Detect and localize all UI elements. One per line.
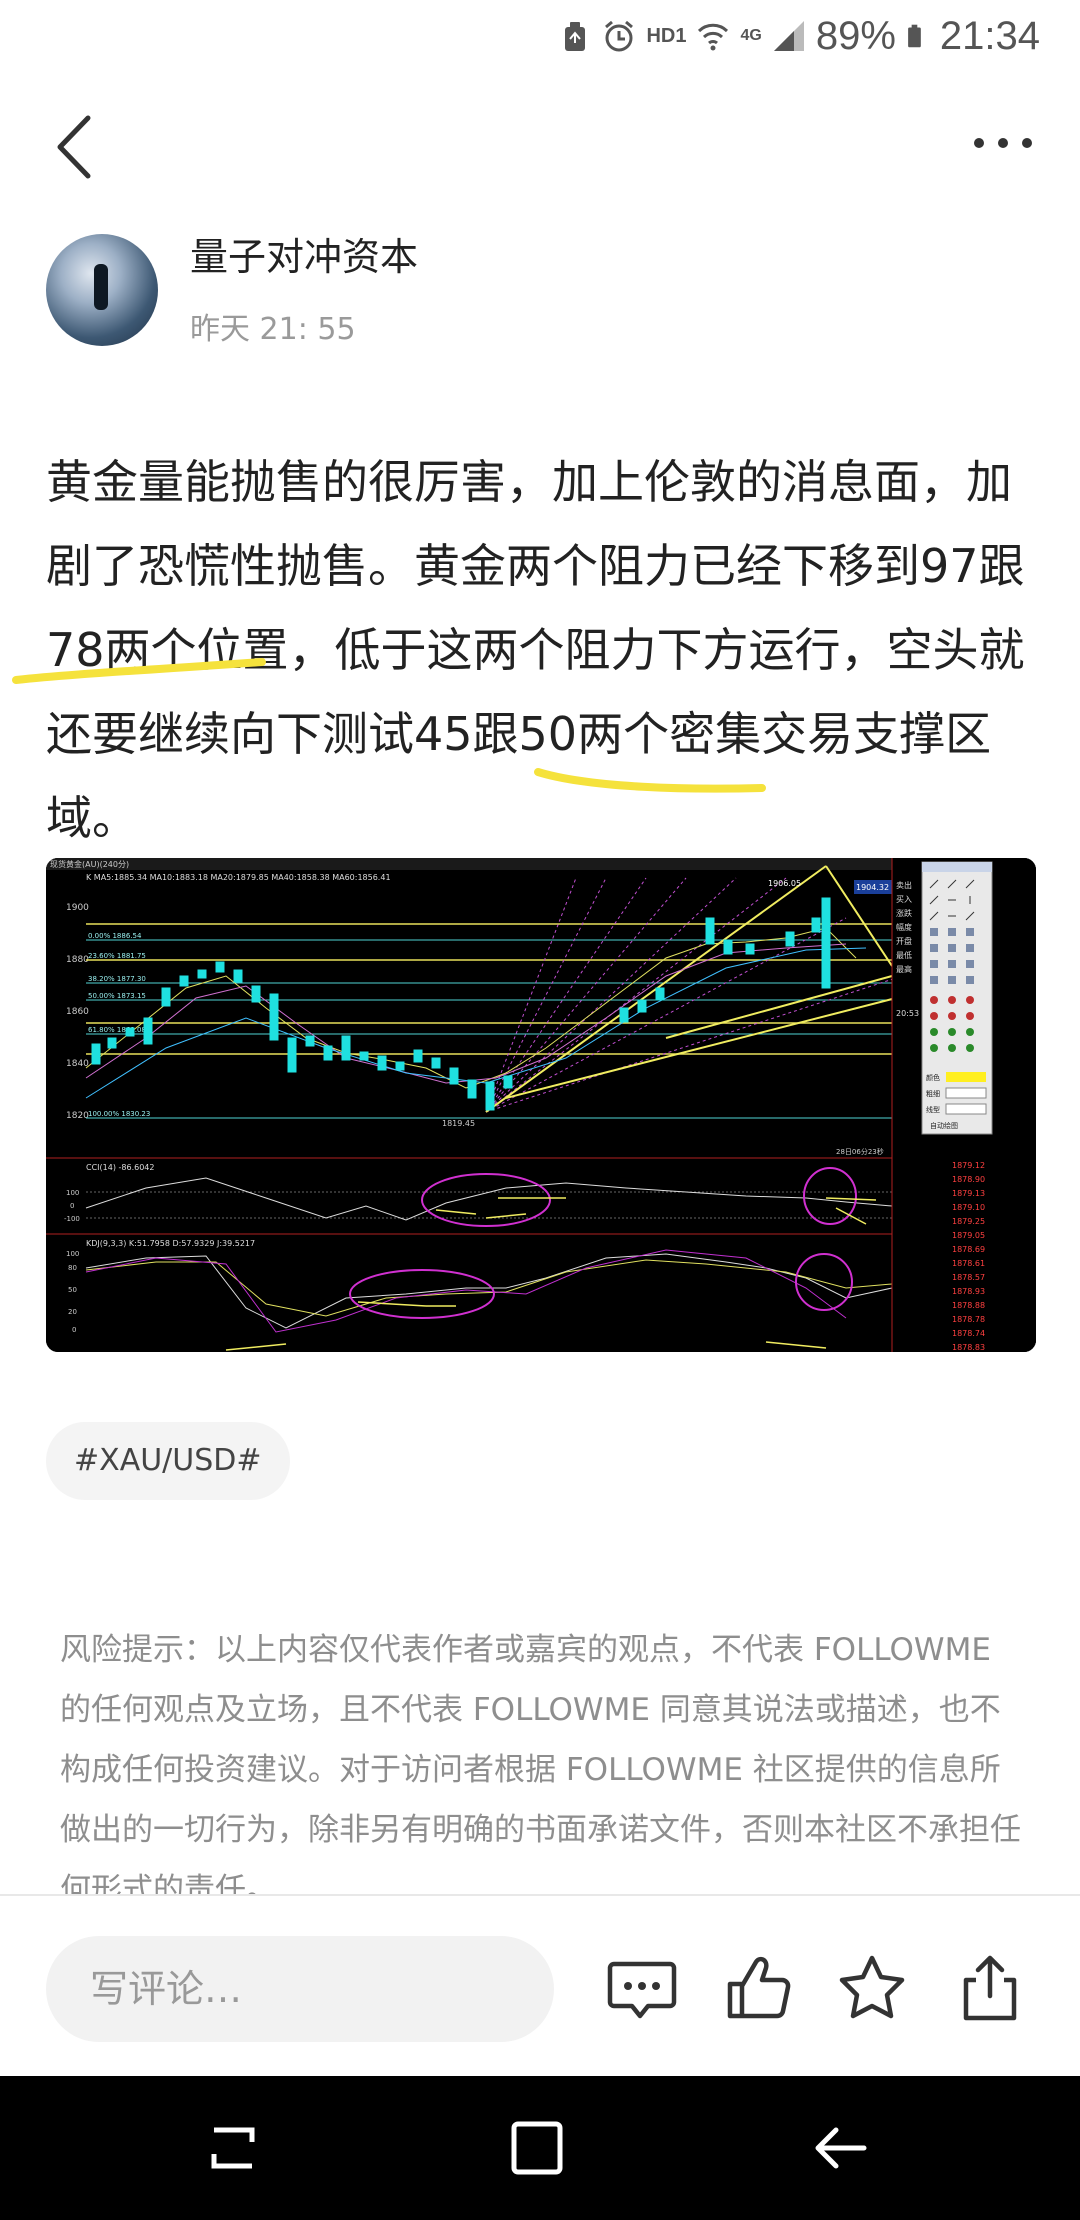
price-label: 1900 <box>66 903 89 913</box>
tick-price: 1878.83 <box>952 1343 985 1352</box>
author-name[interactable]: 量子对冲资本 <box>190 226 418 281</box>
kdj-tick: 100 <box>66 1250 79 1258</box>
palette-type-label: 线型 <box>926 1105 940 1114</box>
tick-price: 1878.90 <box>952 1175 985 1184</box>
signal-type-label: 4G <box>740 27 762 44</box>
battery-icon <box>908 24 921 48</box>
comment-bar <box>0 1894 1080 2078</box>
tick-price: 1879.25 <box>952 1217 985 1226</box>
tick-price: 1879.10 <box>952 1203 985 1212</box>
cci-tick: 100 <box>66 1189 79 1197</box>
quote-label: 买入 <box>896 895 912 904</box>
post-timestamp: 昨天 21: 55 <box>190 312 356 347</box>
chart-low-label: 1819.45 <box>442 1119 475 1128</box>
tick-price: 1879.13 <box>952 1189 985 1198</box>
tick-price: 1878.74 <box>952 1329 985 1338</box>
kdj-label: KDJ(9,3,3) K:51.7958 D:57.9329 J:39.5217 <box>86 1239 255 1248</box>
kdj-tick: 80 <box>68 1264 77 1272</box>
recycle-icon <box>565 22 586 51</box>
fib-label: 0.00% 1886.54 <box>88 932 142 940</box>
star-icon[interactable] <box>834 1950 910 2026</box>
signal-icon <box>773 21 804 51</box>
quote-label: 最低 <box>896 950 912 960</box>
kdj-tick: 0 <box>72 1326 76 1334</box>
comment-icon[interactable] <box>604 1950 680 2026</box>
tick-price: 1878.88 <box>952 1301 985 1310</box>
palette-color-label: 颜色 <box>926 1073 940 1082</box>
quote-label: 最高 <box>896 964 912 974</box>
countdown-label: 28日06分23秒 <box>836 1147 884 1156</box>
fib-label: 50.00% 1873.15 <box>88 992 146 1000</box>
chart-title: 现货黄金(AU)(240分) <box>50 859 129 869</box>
post-body-text: 黄金量能抛售的很厉害，加上伦敦的消息面，加剧了恐慌性抛售。黄金两个阻力已经下移到… <box>46 455 1025 845</box>
clock: 21:34 <box>939 13 1040 58</box>
fib-label: 100.00% 1830.23 <box>88 1110 150 1118</box>
kdj-tick: 50 <box>68 1286 77 1294</box>
battery-percent: 89% <box>815 13 896 58</box>
fib-label: 23.60% 1881.75 <box>88 952 146 960</box>
topic-tag[interactable]: #XAU/USD# <box>46 1422 290 1500</box>
chart-ma-legend: K MA5:1885.34 MA10:1883.18 MA20:1879.85 … <box>86 873 391 882</box>
system-nav-bar <box>0 2076 1080 2220</box>
price-label: 1880 <box>66 955 89 965</box>
tick-price: 1879.12 <box>952 1161 985 1170</box>
palette-width-label: 粗细 <box>926 1089 940 1098</box>
status-bar: HD1 4G 89% 21:34 <box>0 0 1080 72</box>
cci-tick: -100 <box>64 1215 80 1223</box>
kdj-tick: 20 <box>68 1308 77 1316</box>
chart-high-label: 1906.05 <box>768 879 801 888</box>
tick-price: 1878.57 <box>952 1273 985 1282</box>
network-label: HD1 <box>646 24 687 47</box>
quote-label: 涨跌 <box>896 908 912 918</box>
quote-label: 20:53 <box>896 1009 919 1018</box>
tick-price: 1878.61 <box>952 1259 985 1268</box>
chart-image[interactable]: 现货黄金(AU)(240分) K MA5:1885.34 MA10:1883.1… <box>46 858 1036 1352</box>
palette-auto-label: 自动绘图 <box>930 1121 958 1130</box>
share-icon[interactable] <box>952 1950 1028 2026</box>
tick-price: 1878.78 <box>952 1315 985 1324</box>
alarm-icon <box>605 20 634 52</box>
price-label: 1840 <box>66 1059 89 1069</box>
avatar[interactable] <box>46 234 158 346</box>
cci-label: CCI(14) -86.6042 <box>86 1163 154 1172</box>
quote-label: 幅度 <box>896 922 912 932</box>
more-options-icon[interactable] <box>970 118 1036 168</box>
wifi-icon <box>698 23 729 51</box>
tick-price: 1878.69 <box>952 1245 985 1254</box>
recent-apps-icon[interactable] <box>200 2118 266 2178</box>
back-arrow-icon[interactable] <box>48 112 108 182</box>
price-label: 1860 <box>66 1007 89 1017</box>
tick-price: 1879.05 <box>952 1231 985 1240</box>
current-price-tag: 1904.32 <box>856 883 889 892</box>
quote-label: 卖出 <box>896 880 912 890</box>
fib-label: 38.20% 1877.30 <box>88 975 146 983</box>
like-icon[interactable] <box>722 1950 798 2026</box>
comment-input[interactable] <box>46 1936 554 2042</box>
home-icon[interactable] <box>504 2118 570 2178</box>
back-icon[interactable] <box>808 2118 874 2178</box>
price-label: 1820 <box>66 1111 89 1121</box>
quote-label: 开盘 <box>896 936 912 946</box>
risk-disclaimer: 风险提示：以上内容仅代表作者或嘉宾的观点，不代表 FOLLOWME 的任何观点及… <box>60 1632 1021 1896</box>
tick-price: 1878.93 <box>952 1287 985 1296</box>
cci-tick: 0 <box>70 1202 74 1210</box>
